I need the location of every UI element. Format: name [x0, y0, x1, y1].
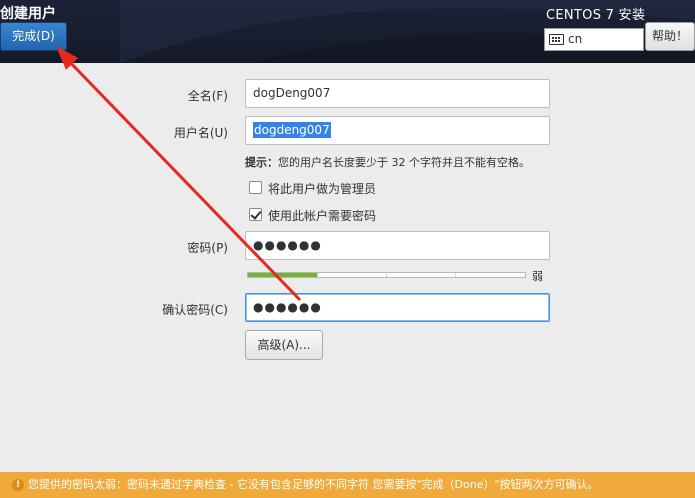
header-bar: 创建用户 完成(D) CENTOS 7 安装 cn 帮助！: [0, 0, 695, 63]
strength-segment-divider: [317, 273, 318, 277]
warning-text: 您提供的密码太弱：密码未通过字典检查 - 它没有包含足够的不同字符 您需要按"完…: [28, 478, 599, 491]
username-field[interactable]: dogdeng007: [245, 116, 550, 145]
done-button[interactable]: 完成(D): [0, 22, 67, 51]
fullname-label: 全名(F): [187, 89, 228, 103]
require-password-label: 使用此帐户需要密码: [268, 209, 377, 223]
fullname-field[interactable]: dogDeng007: [245, 79, 550, 108]
password-strength-fill: [248, 273, 318, 277]
confirm-password-label: 确认密码(C): [162, 303, 228, 317]
strength-segment-divider: [386, 273, 387, 277]
username-hint: 提示：您的用户名长度要少于 32 个字符并且不能有空格。: [245, 154, 530, 170]
admin-checkbox-label: 将此用户做为管理员: [268, 182, 377, 196]
keyboard-layout-indicator[interactable]: cn: [544, 28, 644, 51]
password-strength-text: 弱: [532, 270, 543, 283]
product-title: CENTOS 7 安装: [546, 8, 646, 23]
strength-segment-divider: [455, 273, 456, 277]
password-label: 密码(P): [187, 241, 228, 255]
keyboard-layout-label: cn: [568, 32, 583, 46]
keyboard-icon: [549, 34, 564, 45]
password-masked-value: ●●●●●●: [253, 238, 322, 252]
confirm-password-masked-value: ●●●●●●: [253, 300, 322, 314]
page-title: 创建用户: [0, 6, 56, 22]
password-warning-bar[interactable]: ! 您提供的密码太弱：密码未通过字典检查 - 它没有包含足够的不同字符 您需要按"…: [0, 472, 695, 498]
password-strength-meter: [247, 272, 526, 278]
username-value: dogdeng007: [253, 122, 331, 138]
confirm-password-field[interactable]: ●●●●●●: [245, 293, 550, 322]
warning-icon: !: [12, 479, 24, 491]
admin-checkbox[interactable]: [249, 181, 262, 194]
fullname-value: dogDeng007: [253, 86, 331, 100]
help-button[interactable]: 帮助！: [645, 22, 695, 51]
password-field[interactable]: ●●●●●●: [245, 231, 550, 260]
hint-prefix: 提示：: [245, 156, 278, 169]
require-password-checkbox[interactable]: [249, 208, 262, 221]
advanced-button[interactable]: 高级(A)...: [245, 330, 323, 360]
username-label: 用户名(U): [173, 126, 228, 140]
hint-text: 您的用户名长度要少于 32 个字符并且不能有空格。: [278, 156, 530, 169]
